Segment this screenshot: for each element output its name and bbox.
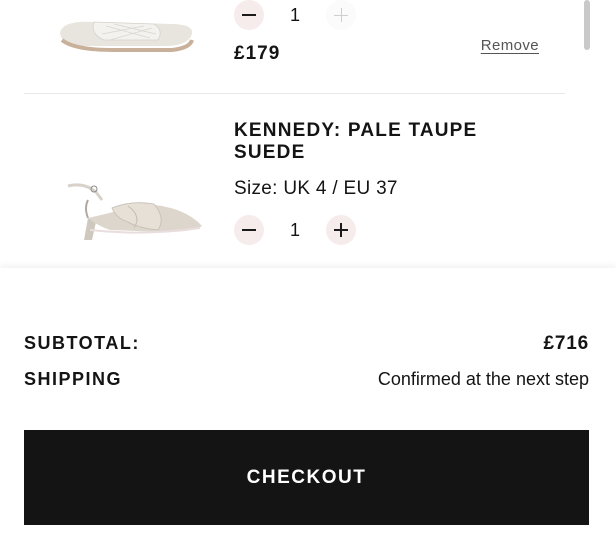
cart-item: KENNEDY: PALE TAUPE SUEDE Size: UK 4 / E… (24, 94, 565, 268)
decrease-quantity-button[interactable] (234, 0, 264, 30)
item-info: KENNEDY: PALE TAUPE SUEDE Size: UK 4 / E… (234, 120, 565, 200)
shipping-label: SHIPPING (24, 369, 123, 389)
decrease-quantity-button[interactable] (234, 215, 264, 245)
cart-item: 1 £179 Remove (24, 0, 565, 94)
item-price: £179 (234, 43, 281, 64)
minus-icon (242, 229, 256, 231)
scrollbar[interactable] (584, 0, 590, 50)
product-image-white-flat[interactable] (54, 0, 204, 70)
checkout-button[interactable]: CHECKOUT (24, 430, 589, 525)
subtotal-row: SUBTOTAL: £716 (24, 333, 589, 355)
shipping-value: Confirmed at the next step (377, 369, 589, 389)
increase-quantity-button[interactable] (326, 215, 356, 245)
product-image-taupe-slingback[interactable] (54, 178, 204, 258)
quantity-value: 1 (289, 4, 300, 25)
quantity-stepper: 1 (234, 215, 356, 245)
shipping-row: SHIPPING Confirmed at the next step (24, 369, 589, 390)
minus-icon (242, 14, 256, 16)
quantity-value: 1 (289, 219, 300, 240)
subtotal-label: SUBTOTAL: (24, 333, 140, 353)
increase-quantity-button[interactable] (326, 0, 356, 30)
quantity-stepper: 1 (234, 0, 356, 30)
order-summary: SUBTOTAL: £716 SHIPPING Confirmed at the… (0, 268, 616, 538)
remove-item-link[interactable]: Remove (481, 37, 539, 54)
product-name[interactable]: KENNEDY: PALE TAUPE SUEDE (234, 120, 494, 164)
product-size: Size: UK 4 / EU 37 (234, 178, 398, 199)
subtotal-value: £716 (543, 333, 589, 354)
cart-items-list[interactable]: 1 £179 Remove KENNEDY: PALE TAUPE SUEDE … (0, 0, 616, 268)
